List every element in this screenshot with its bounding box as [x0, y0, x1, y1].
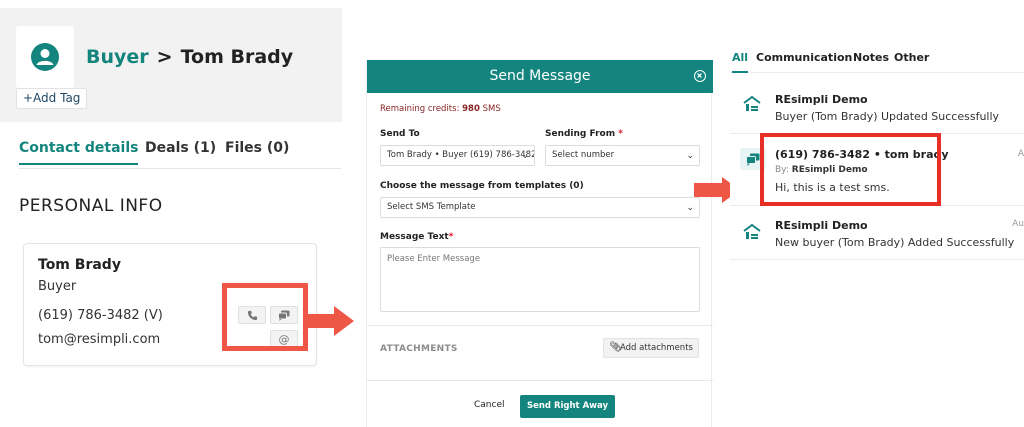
- breadcrumb-current: Tom Brady: [180, 46, 294, 68]
- send-right-away-button[interactable]: Send Right Away: [520, 395, 615, 418]
- tab-files[interactable]: Files (0): [225, 140, 289, 156]
- house-icon: [743, 224, 761, 239]
- contact-panel: Buyer > Tom Brady +Add Tag Contact details…: [0, 0, 342, 427]
- divider: [367, 380, 713, 381]
- paperclip-icon: 📎︎: [609, 342, 622, 353]
- contact-name: Tom Brady: [38, 257, 121, 273]
- feed-text: New buyer (Tom Brady) Added Successfully: [775, 236, 1015, 249]
- highlight-box-actions: [222, 283, 308, 351]
- tab-other[interactable]: Other: [894, 51, 929, 64]
- contact-tabs: Contact details Deals (1) Files (0): [19, 138, 341, 169]
- feed-text: Buyer (Tom Brady) Updated Successfully: [775, 110, 1000, 123]
- send-message-modal: Send Message Remaining credits: 980 SMS …: [366, 60, 713, 427]
- sending-from-label: Sending From *: [545, 129, 623, 139]
- contact-role: Buyer: [38, 279, 77, 294]
- tab-communication[interactable]: Communication: [756, 51, 852, 64]
- breadcrumb-separator: >: [156, 46, 173, 68]
- message-text-label: Message Text*: [380, 232, 454, 242]
- message-placeholder: Please Enter Message: [387, 254, 481, 264]
- credits-value: 980: [462, 104, 480, 114]
- add-attachments-button[interactable]: 📎︎ Add attachments: [603, 338, 699, 358]
- arrow-right-icon: [308, 306, 354, 336]
- feed-item[interactable]: REsimpli Demo Buyer (Tom Brady) Updated …: [730, 74, 1024, 134]
- modal-header: Send Message: [367, 60, 713, 93]
- breadcrumb: Buyer > Tom Brady: [86, 46, 293, 68]
- send-to-select[interactable]: Tom Brady • Buyer (619) 786-3482 ⌄: [380, 145, 535, 166]
- house-icon: [743, 96, 761, 111]
- sending-from-value: Select number: [552, 150, 615, 160]
- chevron-down-icon: ⌄: [521, 151, 529, 161]
- add-tag-button[interactable]: +Add Tag: [16, 88, 88, 109]
- feed-date: Au: [1012, 219, 1024, 229]
- contact-email: tom@resimpli.com: [38, 332, 161, 347]
- attachments-label: ATTACHMENTS: [380, 344, 458, 354]
- feed-title: REsimpli Demo: [775, 93, 868, 106]
- template-label: Choose the message from templates (0): [380, 181, 584, 191]
- remaining-credits: Remaining credits: 980 SMS: [380, 104, 501, 114]
- credits-label: Remaining credits:: [380, 104, 460, 114]
- message-icon: [746, 153, 760, 166]
- tab-deals[interactable]: Deals (1): [145, 140, 216, 156]
- divider: [367, 325, 713, 326]
- feed-date: A: [1017, 149, 1024, 159]
- close-icon[interactable]: [694, 70, 706, 82]
- tab-notes[interactable]: Notes: [853, 51, 889, 64]
- feed-title: REsimpli Demo: [775, 219, 868, 232]
- message-textarea[interactable]: Please Enter Message: [380, 247, 700, 312]
- contact-header: Buyer > Tom Brady +Add Tag: [0, 8, 342, 122]
- template-select[interactable]: Select SMS Template ⌄: [380, 197, 700, 218]
- send-to-label: Send To: [380, 129, 420, 139]
- avatar: [16, 26, 74, 88]
- contact-phone: (619) 786-3482 (V): [38, 308, 163, 323]
- template-value: Select SMS Template: [387, 202, 476, 212]
- tab-contact-details[interactable]: Contact details: [19, 140, 139, 165]
- tabs-divider: [730, 72, 1024, 73]
- credits-unit: SMS: [482, 104, 501, 114]
- breadcrumb-buyer-link[interactable]: Buyer: [86, 46, 149, 68]
- user-icon: [31, 43, 59, 71]
- section-title: PERSONAL INFO: [19, 196, 163, 216]
- add-attachments-label: Add attachments: [620, 343, 693, 353]
- active-tab-indicator: [732, 71, 748, 73]
- cancel-button[interactable]: Cancel: [474, 400, 505, 410]
- tab-all[interactable]: All: [732, 51, 748, 64]
- chevron-down-icon: ⌄: [686, 203, 694, 213]
- modal-title: Send Message: [489, 68, 591, 84]
- send-to-value: Tom Brady • Buyer (619) 786-3482: [387, 150, 535, 160]
- sending-from-select[interactable]: Select number ⌄: [545, 145, 700, 166]
- activity-panel: All Communication Notes Other REsimpli D…: [730, 0, 1024, 427]
- chevron-down-icon: ⌄: [686, 151, 694, 161]
- feed-item[interactable]: REsimpli Demo New buyer (Tom Brady) Adde…: [730, 206, 1024, 260]
- highlight-box-sms: [760, 133, 941, 206]
